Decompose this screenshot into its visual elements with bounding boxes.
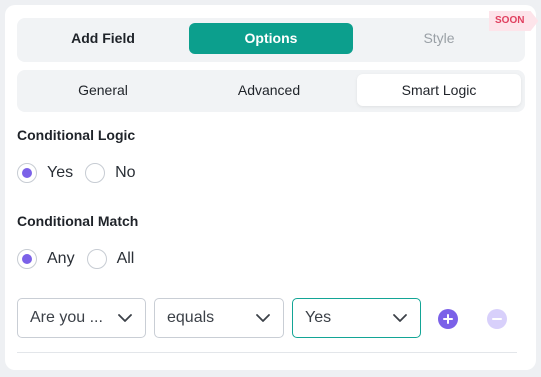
options-panel: Add Field Options Style SOON General Adv… [5,5,539,370]
subtab-advanced[interactable]: Advanced [187,74,351,106]
condition-operator-value: equals [167,309,215,326]
conditional-match-title: Conditional Match [17,213,139,229]
radio-logic-no[interactable] [85,163,106,183]
conditional-match-radio-group: Any All [17,248,146,270]
radio-logic-no-label: No [115,164,136,181]
sub-tab-bar: General Advanced Smart Logic [17,70,525,112]
radio-logic-yes[interactable] [17,163,37,183]
condition-operator-select[interactable]: equals [154,298,284,338]
condition-field-select[interactable]: Are you ... [17,298,146,338]
condition-field-value: Are you ... [30,309,103,326]
remove-condition-button[interactable] [487,309,507,329]
divider [17,352,517,353]
chevron-down-icon [118,314,132,322]
radio-match-all[interactable] [86,249,107,269]
tab-options[interactable]: Options [189,23,353,54]
radio-logic-yes-label: Yes [47,164,74,181]
chevron-down-icon [393,314,407,322]
tab-add-field[interactable]: Add Field [21,23,185,54]
top-tab-bar: Add Field Options Style [17,18,525,62]
conditional-logic-title: Conditional Logic [17,127,136,143]
subtab-smart-logic[interactable]: Smart Logic [357,74,521,106]
condition-value-select[interactable]: Yes [292,298,421,338]
radio-match-any[interactable] [17,249,37,269]
subtab-general[interactable]: General [21,74,185,106]
radio-match-any-label: Any [47,250,75,267]
conditional-logic-radio-group: Yes No [17,162,148,184]
plus-icon [443,314,453,324]
radio-match-all-label: All [116,250,135,267]
chevron-down-icon [256,314,270,322]
add-condition-button[interactable] [438,309,458,329]
soon-badge: SOON [489,11,539,31]
minus-icon [492,318,502,320]
condition-value-value: Yes [305,309,332,326]
